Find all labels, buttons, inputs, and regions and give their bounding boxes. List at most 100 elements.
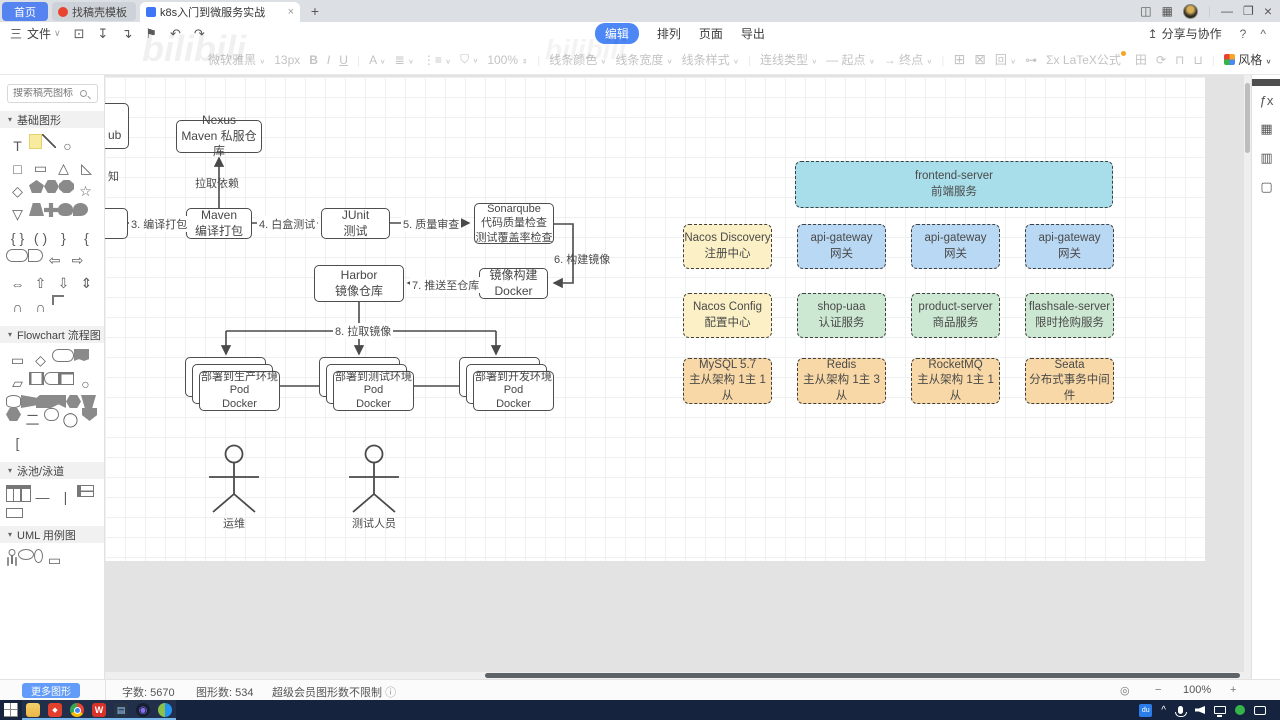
shape-item[interactable] xyxy=(52,295,64,305)
service-node[interactable]: Redis 主从架构 1主 3从 xyxy=(797,358,886,404)
shape-item[interactable] xyxy=(6,408,21,421)
edit-mode-tab[interactable]: 编辑 xyxy=(594,23,639,44)
tab-close-icon[interactable]: × xyxy=(288,6,294,18)
tray-expand-chevron[interactable]: ^ xyxy=(1161,705,1166,716)
panel-tool-icon[interactable]: ƒx xyxy=(1260,93,1274,108)
shape-item[interactable]: ⇧ xyxy=(29,272,52,295)
shape-item[interactable]: ◯ xyxy=(59,408,82,431)
shape-item[interactable] xyxy=(6,395,21,408)
shape-item[interactable] xyxy=(74,349,89,361)
notifications-icon[interactable] xyxy=(1254,705,1266,715)
zoom-in-button[interactable]: + xyxy=(1230,684,1236,696)
insert-image-button[interactable]: ⊠ xyxy=(974,51,986,68)
shape-item[interactable]: ◇ xyxy=(29,349,52,372)
vertical-scrollbar-thumb[interactable] xyxy=(1245,83,1250,153)
taskbar-app-icon[interactable]: ▤ xyxy=(110,700,132,720)
shape-item[interactable] xyxy=(59,180,74,193)
shape-item[interactable] xyxy=(34,549,43,563)
deploy-stack-test[interactable]: 部署到测试环境 Pod Docker xyxy=(319,357,416,413)
shape-item[interactable] xyxy=(44,203,58,217)
antivirus-icon[interactable] xyxy=(1235,705,1245,715)
window-minimize-button[interactable]: — xyxy=(1221,4,1233,18)
shape-search-box[interactable] xyxy=(7,84,98,103)
service-node[interactable]: api-gateway 网关 xyxy=(1025,224,1114,269)
align-button[interactable]: ≣ ∨ xyxy=(395,53,414,67)
shape-item[interactable] xyxy=(29,180,44,193)
save-button[interactable]: ⊡ xyxy=(74,26,85,42)
shape-item[interactable] xyxy=(44,180,59,193)
line-color-select[interactable]: 线条颜色 ∨ xyxy=(549,51,606,68)
shape-item[interactable]: ▽ xyxy=(6,203,29,226)
volume-icon[interactable] xyxy=(1195,706,1205,714)
shape-item[interactable] xyxy=(21,395,36,408)
shape-item[interactable] xyxy=(28,249,43,262)
font-family-select[interactable]: 微软雅黑 ∨ xyxy=(208,51,265,68)
service-node[interactable]: api-gateway 网关 xyxy=(797,224,886,269)
group-button[interactable]: 回 ∨ xyxy=(995,51,1016,68)
taskbar-app-icon[interactable] xyxy=(0,700,22,720)
section-header-flowchart[interactable]: ▾ Flowchart 流程图 xyxy=(0,326,104,343)
apps-grid-icon[interactable]: ▦ xyxy=(1162,4,1173,18)
shape-item[interactable]: ◺ xyxy=(75,157,98,180)
shape-item[interactable] xyxy=(82,408,97,421)
arrange-menu[interactable]: 排列 xyxy=(657,25,681,42)
file-menu[interactable]: 文件 xyxy=(27,25,51,42)
taskbar-app-icon[interactable]: ◉ xyxy=(132,700,154,720)
shape-item[interactable] xyxy=(6,485,21,502)
undo-button[interactable]: ↶ xyxy=(170,26,181,42)
service-node[interactable]: shop-uaa 认证服务 xyxy=(797,293,886,338)
shape-item[interactable] xyxy=(36,395,51,408)
taskbar-app-icon[interactable] xyxy=(66,700,88,720)
shape-item[interactable]: { xyxy=(75,226,98,249)
shape-item[interactable]: ⇕ xyxy=(75,272,98,295)
flow-node-docker-build[interactable]: 镜像构建 Docker xyxy=(479,268,548,299)
shape-item[interactable] xyxy=(29,203,44,216)
microphone-icon[interactable] xyxy=(1175,706,1187,717)
shape-item[interactable]: ⇦ xyxy=(43,249,66,272)
diagram-canvas[interactable]: ub 知 Nexus Maven 私服仓库 Maven 编译打包 JUnit 测试 S… xyxy=(105,75,1280,679)
shape-item[interactable]: ☆ xyxy=(74,180,97,203)
fit-view-button[interactable]: ◎ xyxy=(1120,684,1130,697)
text-zoom-select[interactable]: 100% ⇕ xyxy=(487,53,528,67)
flow-node-github-partial[interactable]: ub xyxy=(105,103,129,149)
share-collab-button[interactable]: 分享与协作 xyxy=(1162,25,1222,42)
horizontal-scrollbar[interactable] xyxy=(105,672,1244,679)
shape-item[interactable] xyxy=(6,249,28,262)
collapse-toolbar-button[interactable]: ^ xyxy=(1260,27,1266,41)
shape-item[interactable] xyxy=(42,134,56,148)
actor-label-ops[interactable]: 运维 xyxy=(213,515,255,531)
line-start-select[interactable]: — 起点 ∨ xyxy=(826,51,875,68)
service-node[interactable]: Seata 分布式事务中间件 xyxy=(1025,358,1114,404)
shape-item[interactable]: ○ xyxy=(74,372,97,395)
line-style-select[interactable]: 线条样式 ∨ xyxy=(682,51,739,68)
service-node[interactable]: Nacos Config 配置中心 xyxy=(683,293,772,338)
shape-item[interactable]: — xyxy=(31,485,54,508)
user-avatar[interactable] xyxy=(1182,3,1198,19)
font-color-button[interactable]: A ∨ xyxy=(369,53,386,67)
shape-item[interactable]: | xyxy=(54,485,77,508)
taskbar-app-icon[interactable]: W xyxy=(88,700,110,720)
flag-button[interactable]: ⚑ xyxy=(145,26,157,42)
download-button[interactable]: ↧ xyxy=(98,26,109,42)
service-node[interactable]: MySQL 5.7 主从架构 1主 1从 xyxy=(683,358,772,404)
deploy-stack-dev[interactable]: 部署到开发环境 Pod Docker xyxy=(459,357,556,413)
list-button[interactable]: ⋮≡ ∨ xyxy=(423,53,451,67)
service-node[interactable]: Nacos Discovery 注册中心 xyxy=(683,224,772,269)
horizontal-scrollbar-thumb[interactable] xyxy=(485,673,1240,678)
actor-label-tester[interactable]: 测试人员 xyxy=(346,515,402,531)
shape-item[interactable] xyxy=(6,549,18,565)
flow-node-harbor[interactable]: Harbor 镜像仓库 xyxy=(314,265,404,302)
shape-item[interactable]: ⇔ xyxy=(6,272,29,295)
panel-tool-icon[interactable]: ▥ xyxy=(1260,150,1272,166)
shape-item[interactable]: ▭ xyxy=(29,157,52,180)
underline-button[interactable]: U xyxy=(339,53,348,67)
service-node[interactable]: flashsale-server 限时抢购服务 xyxy=(1025,293,1114,338)
shape-item[interactable]: ⇨ xyxy=(66,249,89,272)
shape-item[interactable] xyxy=(21,485,31,502)
flow-node-maven[interactable]: Maven 编译打包 xyxy=(186,208,252,239)
reset-button[interactable]: ⟳ xyxy=(1156,53,1166,67)
service-node[interactable]: product-server 商品服务 xyxy=(911,293,1000,338)
service-node[interactable]: RocketMQ 主从架构 1主 1从 xyxy=(911,358,1000,404)
window-restore-button[interactable]: ❐ xyxy=(1243,4,1254,18)
latex-formula-button[interactable]: Σx LaTeX公式 xyxy=(1046,51,1126,68)
